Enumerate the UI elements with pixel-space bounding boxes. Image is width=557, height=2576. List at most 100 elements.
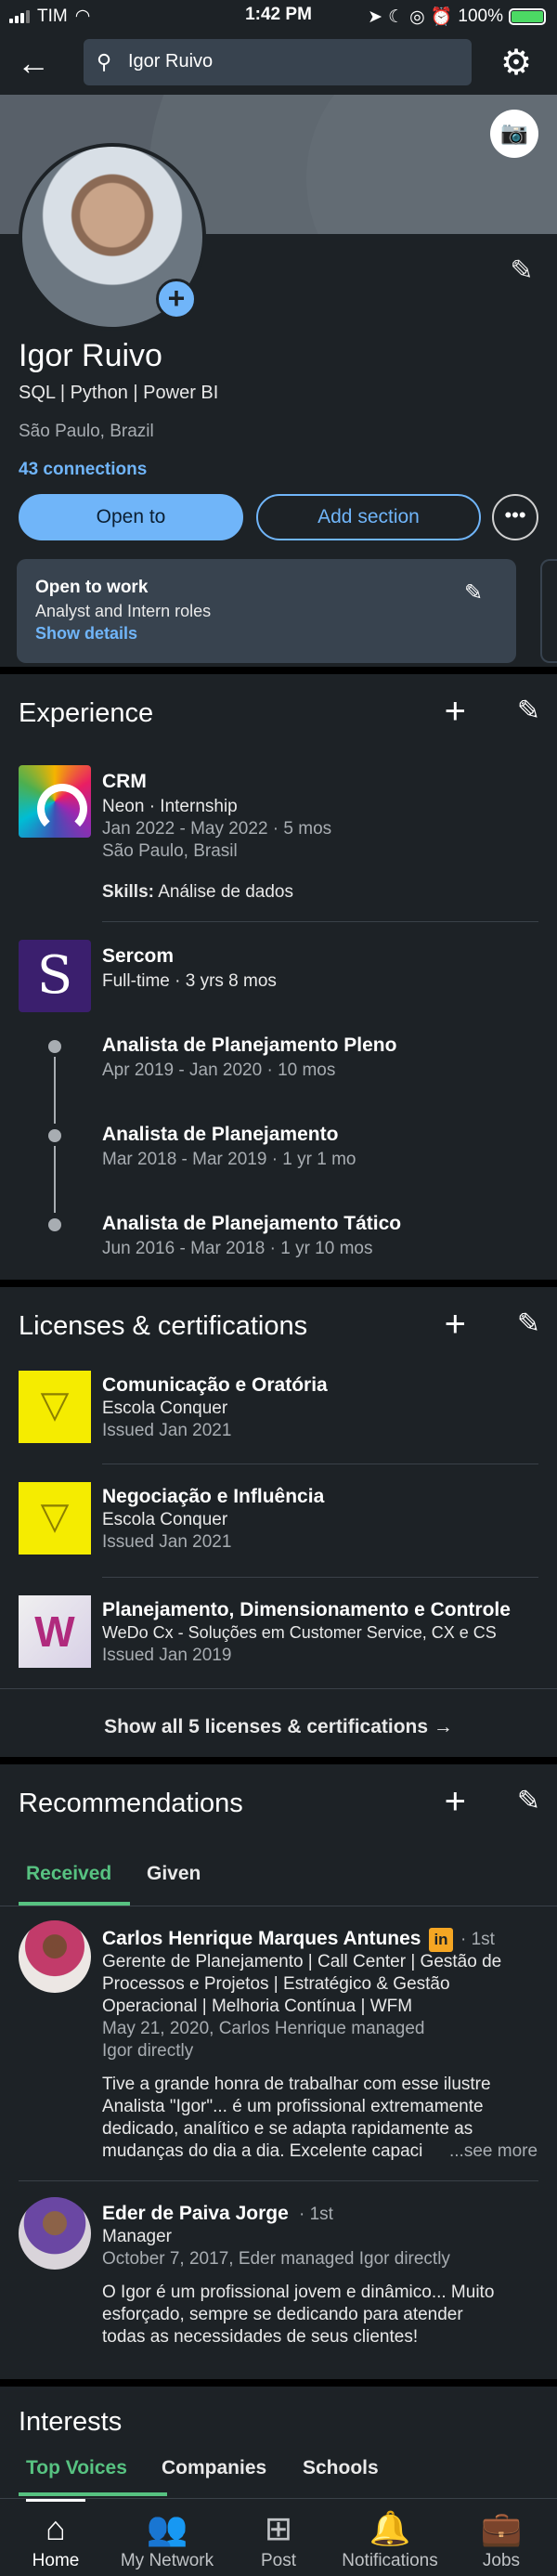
experience-skills: Skills: Análise de dados (102, 882, 293, 903)
interests-section: Interests Top Voices Companies Schools (0, 2387, 557, 2498)
certificate-logo-conquer[interactable] (19, 1482, 91, 1555)
certificate-logo-conquer[interactable] (19, 1371, 91, 1443)
edit-open-to-work-icon[interactable]: ✎ (464, 579, 483, 606)
recommendation-meta: Igor directly (102, 2041, 194, 2061)
tab-given[interactable]: Given (147, 1863, 201, 1885)
battery-label: 100% (458, 7, 503, 26)
more-options-button[interactable]: ••• (492, 494, 538, 540)
top-bar: ← ⚲ Igor Ruivo ⚙ (0, 33, 557, 95)
recommender-name[interactable]: Carlos Henrique Marques Antunes (102, 1928, 421, 1950)
license-name[interactable]: Planejamento, Dimensionamento e Controle (102, 1599, 511, 1621)
experience-dates: Mar 2018 - Mar 2019 · 1 yr 1 mo (102, 1150, 356, 1169)
bottom-navigation: ⌂ Home 👥 My Network ⊞ Post 🔔 Notificatio… (0, 2498, 557, 2576)
skills-value: Análise de dados (158, 882, 293, 902)
timeline-dot (48, 1129, 61, 1142)
experience-role[interactable]: Analista de Planejamento Tático (102, 1213, 401, 1235)
experience-role[interactable]: CRM (102, 771, 147, 793)
experience-location: São Paulo, Brasil (102, 841, 238, 861)
plus-square-icon: ⊞ (264, 2509, 293, 2547)
alarm-icon: ⏰ (430, 7, 453, 27)
tab-companies[interactable]: Companies (162, 2457, 266, 2479)
company-logo-sercom[interactable]: S (19, 940, 91, 1012)
profile-headline: SQL | Python | Power BI (19, 383, 219, 403)
divider (102, 921, 538, 922)
battery-icon (509, 8, 546, 25)
experience-role[interactable]: Analista de Planejamento (102, 1124, 338, 1146)
nav-jobs[interactable]: 💼 Jobs (446, 2499, 557, 2576)
license-issued: Issued Jan 2021 (102, 1532, 232, 1552)
linkedin-premium-badge: in (429, 1928, 453, 1952)
experience-role[interactable]: Analista de Planejamento Pleno (102, 1034, 396, 1057)
add-photo-icon[interactable]: + (156, 279, 197, 319)
lock-rotation-icon: ◎ (409, 7, 425, 27)
edit-experience-icon[interactable]: ✎ (517, 695, 540, 727)
add-license-icon[interactable]: + (445, 1306, 466, 1343)
timeline-dot (48, 1040, 61, 1053)
edit-recommendations-icon[interactable]: ✎ (517, 1785, 540, 1817)
camera-icon[interactable]: 📷 (490, 110, 538, 158)
status-bar: TIM ◠ 1:42 PM ➤ ☾ ◎ ⏰ 100% (0, 0, 557, 33)
nav-home[interactable]: ⌂ Home (0, 2499, 111, 2576)
open-to-button[interactable]: Open to (19, 494, 243, 540)
section-title: Experience (19, 698, 154, 728)
tab-received[interactable]: Received (26, 1863, 111, 1885)
company-logo-neon[interactable] (19, 765, 91, 838)
divider (19, 2180, 538, 2181)
edit-licenses-icon[interactable]: ✎ (517, 1308, 540, 1340)
recommendations-section: Recommendations + ✎ Received Given Carlo… (0, 1764, 557, 2379)
nav-notifications[interactable]: 🔔 Notifications (334, 2499, 446, 2576)
search-input[interactable]: ⚲ Igor Ruivo (84, 39, 472, 85)
recommendation-meta: May 21, 2020, Carlos Henrique managed (102, 2019, 425, 2038)
license-name[interactable]: Comunicação e Oratória (102, 1374, 328, 1397)
profile-name: Igor Ruivo (19, 338, 162, 373)
nav-label: Notifications (342, 2551, 438, 2570)
recommendation-text: dedicado, analítico e se adapta rapidame… (102, 2119, 473, 2139)
recommender-name[interactable]: Eder de Paiva Jorge (102, 2203, 289, 2225)
experience-company-name[interactable]: Sercom (102, 945, 174, 968)
tab-schools[interactable]: Schools (303, 2457, 379, 2479)
licenses-section: Licenses & certifications + ✎ Comunicaçã… (0, 1287, 557, 1757)
recommender-headline: Gerente de Planejamento | Call Center | … (102, 1952, 502, 1971)
add-recommendation-icon[interactable]: + (445, 1783, 466, 1820)
recommendation-text: mudanças do dia a dia. Excelente capaci (102, 2141, 423, 2161)
gear-icon[interactable]: ⚙ (496, 43, 537, 84)
show-all-licenses-link[interactable]: Show all 5 licenses & certifications → (0, 1716, 557, 1738)
recommendation-meta: October 7, 2017, Eder managed Igor direc… (102, 2249, 450, 2269)
show-details-link[interactable]: Show details (35, 624, 137, 644)
recommender-headline: Operacional | Melhoria Contínua | WFM (102, 1997, 413, 2016)
active-tab-indicator (19, 2492, 167, 2496)
search-icon: ⚲ (97, 50, 112, 73)
section-title: Recommendations (19, 1789, 243, 1818)
back-arrow-icon[interactable]: ← (17, 46, 58, 84)
certificate-logo-wedo[interactable] (19, 1595, 91, 1668)
see-more-link[interactable]: ...see more (449, 2141, 538, 2162)
timeline-line (54, 1057, 56, 1124)
license-issued: Issued Jan 2021 (102, 1421, 232, 1440)
nav-label: Jobs (482, 2551, 521, 2570)
license-issuer: WeDo Cx - Soluções em Customer Service, … (102, 1623, 497, 1642)
profile-card: 📷 + ✎ Igor Ruivo SQL | Python | Power BI… (0, 95, 557, 667)
recommender-avatar[interactable] (19, 2197, 91, 2270)
add-section-button[interactable]: Add section (256, 494, 481, 540)
nav-my-network[interactable]: 👥 My Network (111, 2499, 223, 2576)
add-experience-icon[interactable]: + (445, 693, 466, 730)
recommender-avatar[interactable] (19, 1920, 91, 1993)
moon-icon: ☾ (388, 7, 405, 27)
recommendation-text: esforçado, sempre se dedicando para aten… (102, 2305, 463, 2324)
license-issuer: Escola Conquer (102, 1399, 228, 1418)
edit-profile-icon[interactable]: ✎ (501, 251, 542, 292)
skills-label: Skills: (102, 882, 154, 902)
timeline-line (54, 1146, 56, 1213)
connections-link[interactable]: 43 connections (19, 460, 147, 480)
nav-post[interactable]: ⊞ Post (223, 2499, 334, 2576)
search-value: Igor Ruivo (128, 51, 214, 72)
tab-top-voices[interactable]: Top Voices (26, 2457, 127, 2479)
divider (102, 1577, 538, 1578)
section-title: Interests (19, 2407, 123, 2437)
license-name[interactable]: Negociação e Influência (102, 1486, 324, 1508)
section-title: Licenses & certifications (19, 1311, 308, 1341)
home-icon: ⌂ (45, 2509, 66, 2547)
experience-dates: Jun 2016 - Mar 2018 · 1 yr 10 mos (102, 1239, 373, 1258)
recommender-headline: Manager (102, 2227, 172, 2246)
open-to-work-card[interactable]: Open to work Analyst and Intern roles Sh… (17, 559, 516, 663)
